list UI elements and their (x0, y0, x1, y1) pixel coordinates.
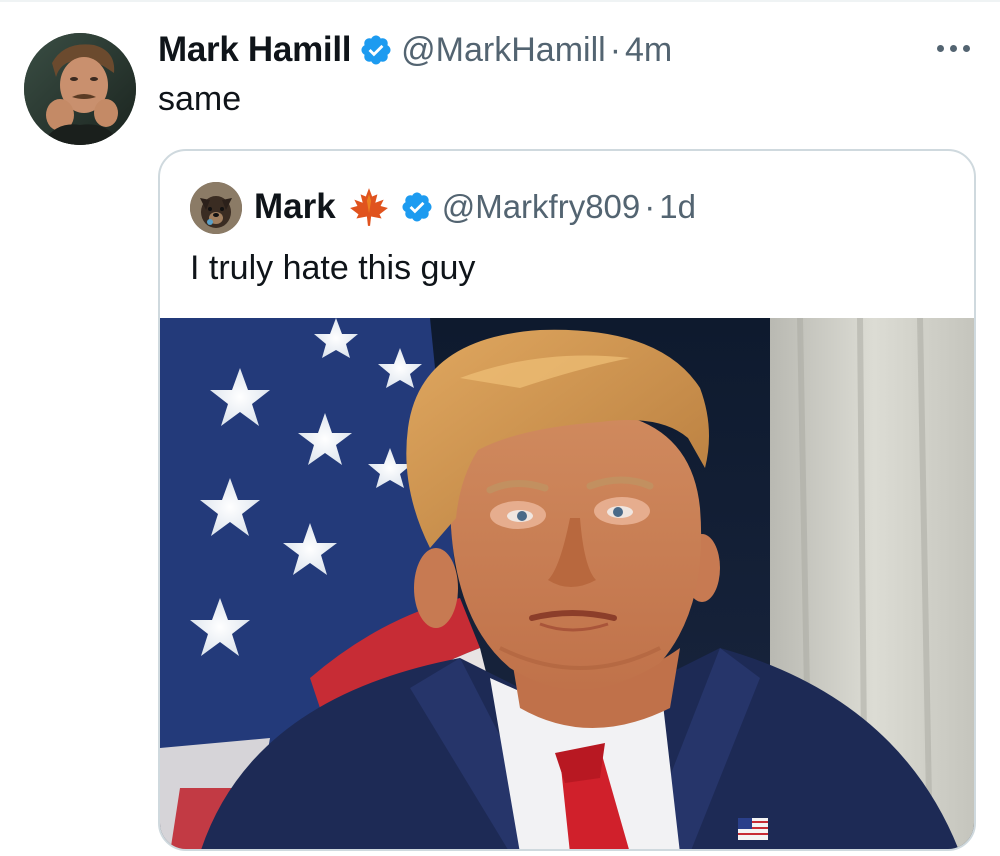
more-horizontal-icon (936, 44, 944, 52)
quoted-tweet-header: Mark @Markfry809 · 1d (254, 185, 696, 229)
author-avatar[interactable] (24, 33, 136, 145)
verified-badge-icon (359, 33, 393, 67)
quoted-author-display-name[interactable]: Mark (254, 187, 336, 227)
quoted-tweet-text: I truly hate this guy (190, 249, 476, 287)
quoted-verified-badge-icon (400, 190, 434, 224)
quoted-tweet-photo[interactable] (160, 318, 974, 849)
author-handle[interactable]: @MarkHamill (401, 31, 606, 70)
photo-content (160, 318, 974, 849)
quoted-separator-dot: · (644, 188, 656, 225)
quoted-author-avatar-photo (190, 182, 242, 234)
quoted-author-handle[interactable]: @Markfry809 (442, 188, 641, 226)
more-options-button[interactable] (930, 30, 976, 66)
quoted-author-avatar[interactable] (190, 182, 242, 234)
tweet-header: Mark Hamill @MarkHamill · 4m (158, 27, 672, 73)
maple-leaf-icon (348, 186, 390, 228)
quoted-tweet-card[interactable]: Mark @Markfry809 · 1d I truly hate this … (158, 149, 976, 851)
quoted-tweet-timestamp[interactable]: 1d (659, 188, 696, 226)
separator-dot: · (609, 30, 622, 69)
author-display-name[interactable]: Mark Hamill (158, 30, 351, 70)
tweet-timestamp[interactable]: 4m (625, 31, 672, 70)
top-divider (0, 0, 1000, 2)
author-avatar-photo (24, 33, 136, 145)
tweet-text: same (158, 80, 242, 118)
